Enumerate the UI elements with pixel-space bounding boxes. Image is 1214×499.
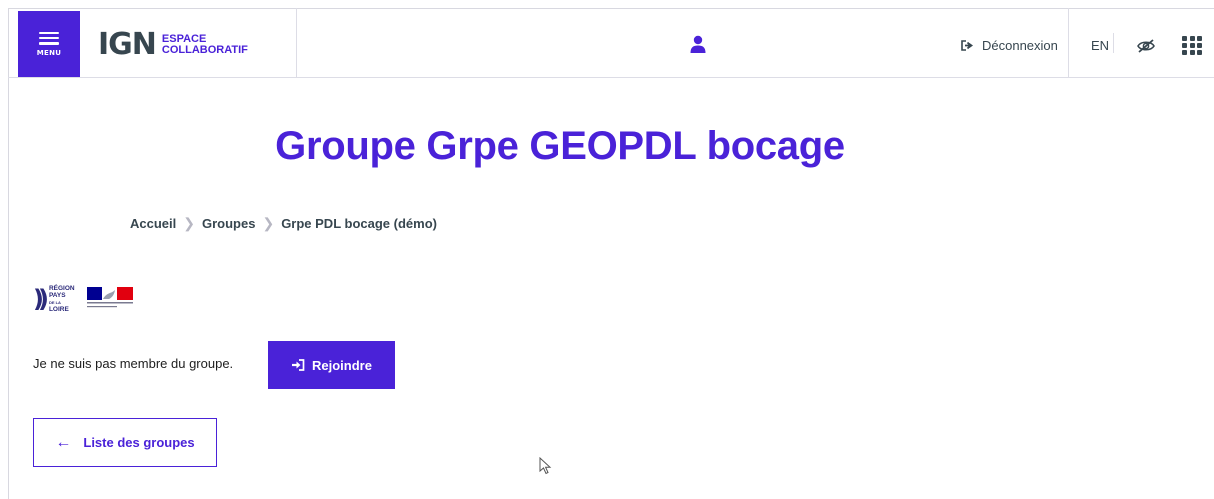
breadcrumb-groups[interactable]: Groupes [202,216,255,231]
logout-link[interactable]: Déconnexion [961,38,1058,53]
site-header: MENU IGN ESPACE COLLABORATIF Déconnexion… [8,8,1214,78]
breadcrumb: Accueil ❯ Groupes ❯ Grpe PDL bocage (dém… [130,215,437,232]
chevron-right-icon: ❯ [262,215,275,231]
mouse-cursor-icon [539,457,552,475]
header-divider [296,8,297,78]
join-button-label: Rejoindre [312,357,372,373]
hamburger-icon [39,31,59,45]
logout-icon [961,40,973,51]
region-logo-text: PAYS [48,292,66,299]
user-icon[interactable] [690,35,706,53]
region-pays-de-la-loire-logo: )) RÉGION PAYS DE LA LOIRE [33,285,75,313]
arrow-left-icon: ← [55,433,72,451]
region-logo-text: LOIRE [48,306,69,313]
region-logo-text: RÉGION [48,285,75,292]
join-group-button[interactable]: Rejoindre [268,341,395,389]
region-logo-text: DE LA [48,300,61,305]
logo-line-2: COLLABORATIF [161,44,248,56]
breadcrumb-current: Grpe PDL bocage (démo) [281,216,437,231]
ign-logo-text: IGN [98,27,157,62]
eye-slash-icon[interactable] [1136,38,1156,54]
site-logo[interactable]: IGN ESPACE COLLABORATIF [98,27,248,62]
back-button-label: Liste des groupes [83,435,195,450]
language-switch[interactable]: EN [1091,38,1109,53]
page-title: Groupe Grpe GEOPDL bocage [275,124,845,168]
apps-grid-icon[interactable] [1182,36,1202,55]
header-divider [1113,33,1114,53]
menu-button[interactable]: MENU [18,11,80,77]
sign-in-icon [292,359,305,371]
chevron-right-icon: ❯ [183,215,195,231]
logout-label: Déconnexion [982,38,1058,53]
region-logo-mark: )) [33,285,49,313]
breadcrumb-home[interactable]: Accueil [130,216,176,231]
membership-status-text: Je ne suis pas membre du groupe. [33,356,234,371]
republique-francaise-logo [86,287,133,308]
header-divider [1068,8,1069,78]
menu-label: MENU [36,48,62,57]
back-to-groups-button[interactable]: ← Liste des groupes [33,418,217,467]
partner-logos: )) RÉGION PAYS DE LA LOIRE [33,285,134,313]
